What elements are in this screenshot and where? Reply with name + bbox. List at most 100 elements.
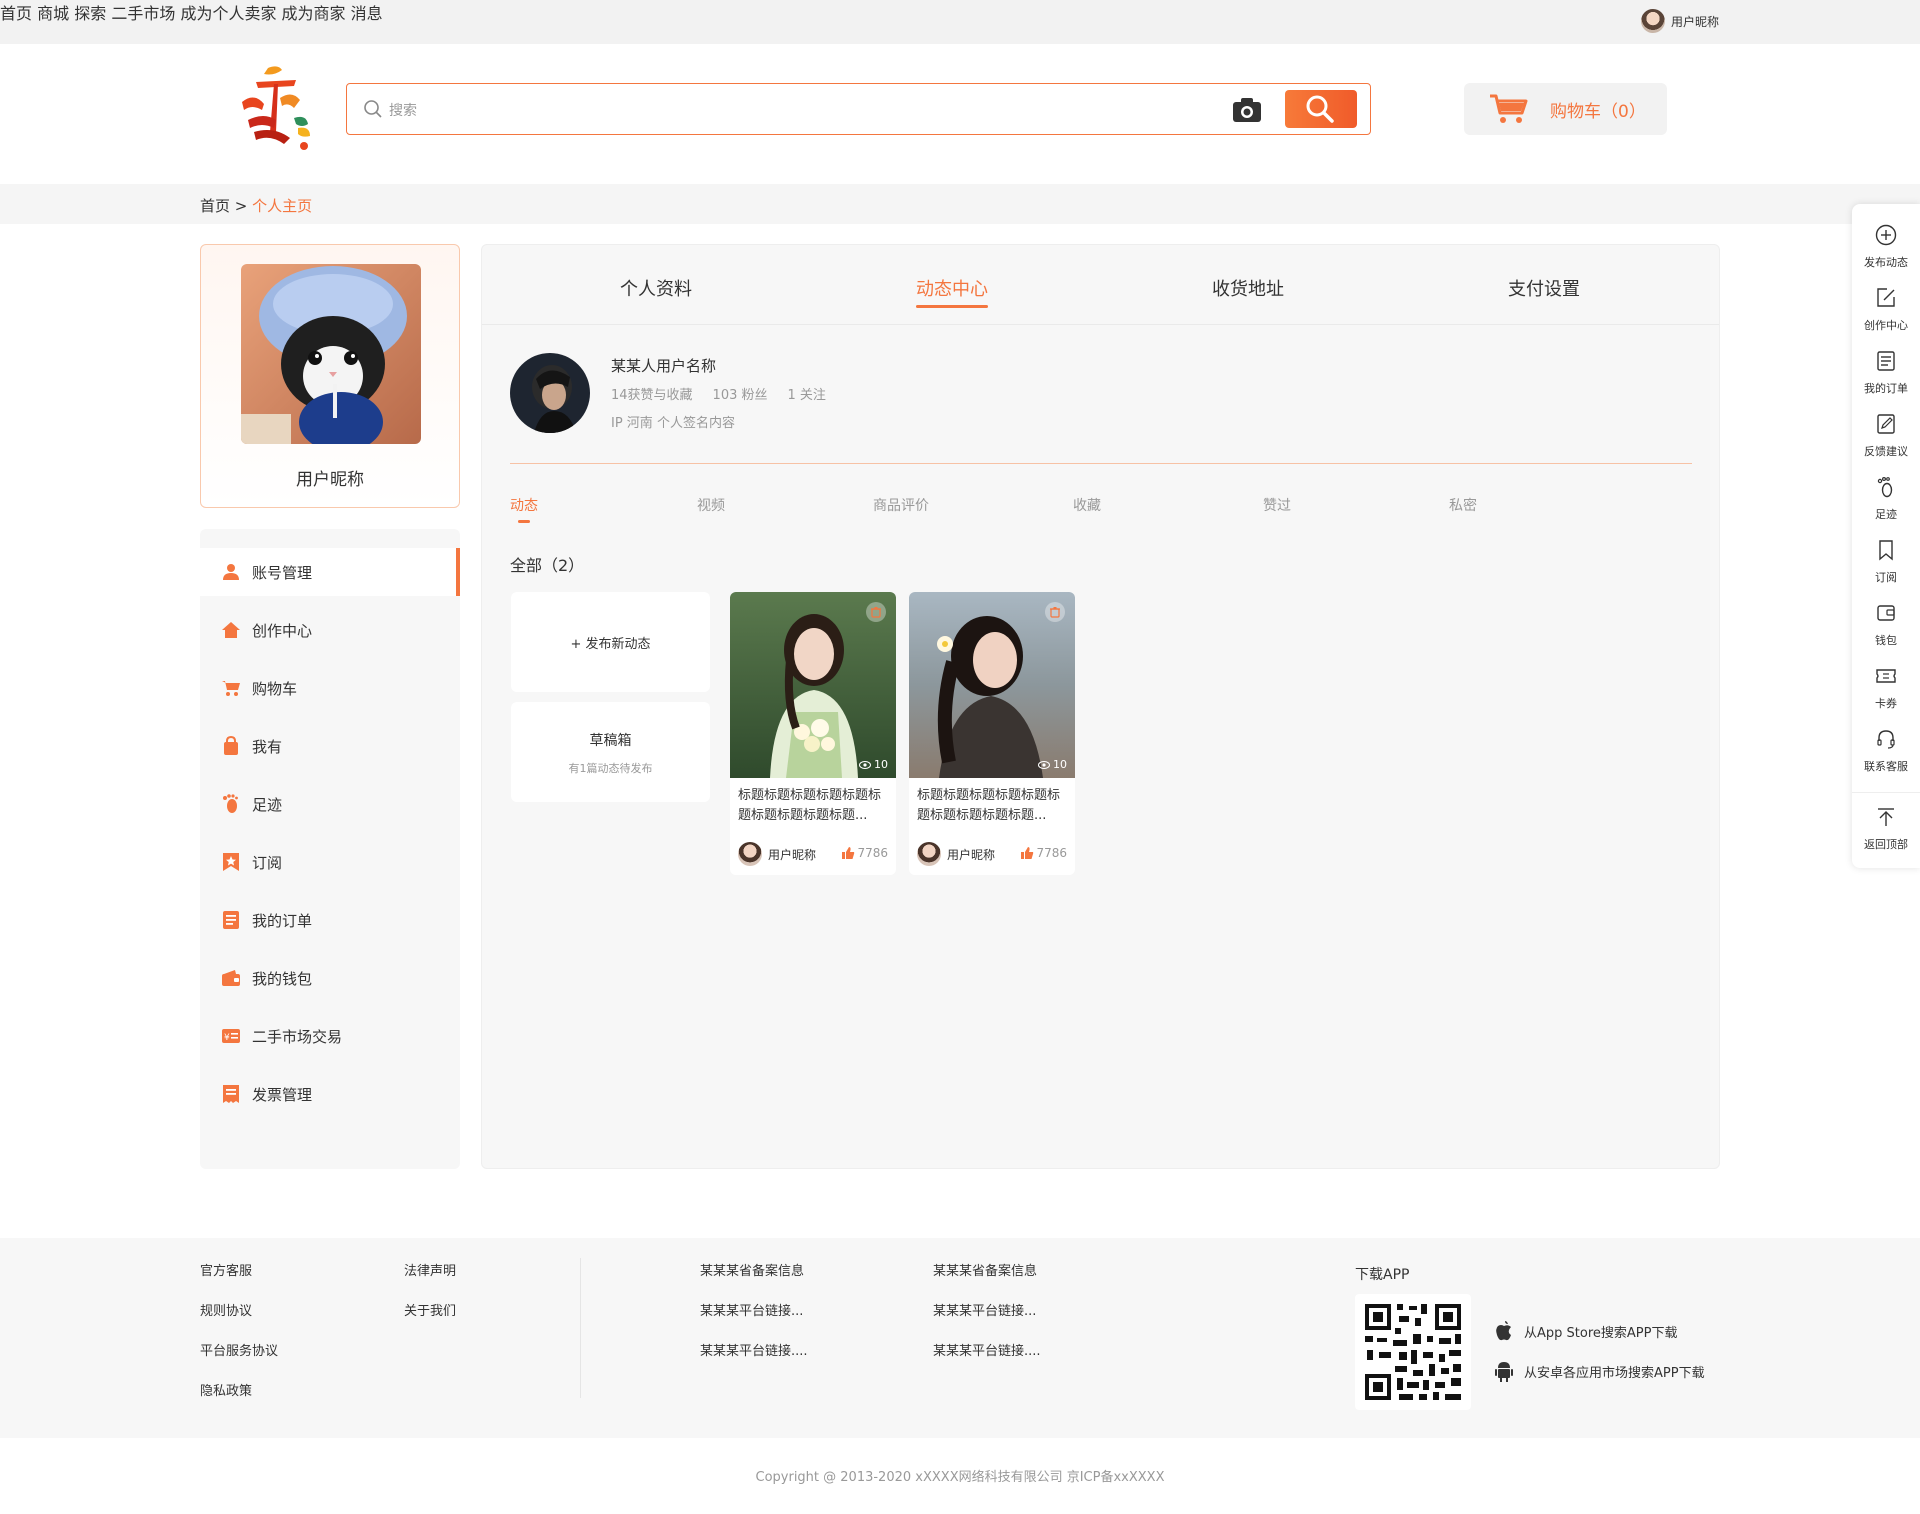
footer-link[interactable]: 某某某平台链接.... — [933, 1340, 1041, 1380]
delete-icon[interactable] — [866, 602, 886, 622]
footer-link[interactable]: 隐私政策 — [200, 1380, 278, 1420]
subtab-favorites[interactable]: 收藏 — [1073, 495, 1101, 515]
sidebar-item-invoice[interactable]: 发票管理 — [200, 1070, 460, 1118]
user-follows-count[interactable]: 1 关注 — [788, 388, 826, 403]
float-coupons[interactable]: 卡券 — [1852, 665, 1920, 727]
sidebar-item-cart[interactable]: 购物车 — [200, 664, 460, 712]
topnav-become-seller[interactable]: 成为个人卖家 — [180, 4, 276, 23]
android-label: 从安卓各应用市场搜索APP下载 — [1524, 1365, 1705, 1381]
footer-link[interactable]: 规则协议 — [200, 1300, 278, 1340]
sidebar-item-label: 创作中心 — [252, 621, 313, 640]
copyright: Copyright @ 2013-2020 xXXXX网络科技有限公司 京ICP… — [755, 1470, 1165, 1485]
footer-link[interactable]: 某某某平台链接... — [700, 1300, 808, 1340]
sidebar-item-orders[interactable]: 我的订单 — [200, 896, 460, 944]
search-icon — [364, 100, 382, 118]
appstore-label: 从App Store搜索APP下载 — [1524, 1325, 1678, 1341]
footer-link[interactable]: 某某某平台链接... — [933, 1300, 1041, 1340]
post-author[interactable]: 用户昵称 — [947, 846, 995, 863]
footer-link[interactable]: 法律声明 — [404, 1260, 456, 1300]
breadcrumb-home[interactable]: 首页 — [200, 197, 230, 215]
float-wallet[interactable]: 钱包 — [1852, 602, 1920, 664]
post-views-count: 10 — [1053, 758, 1067, 771]
site-logo[interactable] — [234, 62, 318, 154]
footer-link[interactable]: 某某某省备案信息 — [933, 1260, 1041, 1300]
footer-link[interactable]: 某某某平台链接.... — [700, 1340, 808, 1380]
search-button[interactable] — [1285, 90, 1357, 128]
subtab-private[interactable]: 私密 — [1449, 495, 1477, 515]
float-footprint[interactable]: 足迹 — [1852, 476, 1920, 538]
new-post-button[interactable]: + 发布新动态 — [511, 592, 710, 692]
thumbs-up-icon — [842, 847, 855, 859]
footer-link[interactable]: 某某某省备案信息 — [700, 1260, 808, 1300]
profile-photo[interactable] — [241, 264, 421, 444]
sidebar-item-creation[interactable]: 创作中心 — [200, 606, 460, 654]
avatar — [1641, 9, 1665, 33]
sidebar-item-secondhand[interactable]: ¥ 二手市场交易 — [200, 1012, 460, 1060]
post-card[interactable]: 10 标题标题标题标题标题标题标题标题标题标题... 用户昵称 7786 — [909, 592, 1075, 875]
delete-icon[interactable] — [1045, 602, 1065, 622]
footer-col-1: 官方客服 规则协议 平台服务协议 隐私政策 — [200, 1260, 278, 1420]
subtab-dynamics[interactable]: 动态 — [510, 495, 538, 523]
topnav-messages[interactable]: 消息 — [351, 4, 383, 23]
topnav-mall[interactable]: 商城 — [37, 4, 69, 23]
post-likes[interactable]: 7786 — [841, 846, 888, 860]
topnav-home[interactable]: 首页 — [0, 4, 32, 23]
breadcrumb-bar: 首页 > 个人主页 — [0, 184, 1920, 224]
float-label: 联系客服 — [1864, 760, 1908, 773]
android-download[interactable]: 从安卓各应用市场搜索APP下载 — [1494, 1360, 1705, 1382]
post-author[interactable]: 用户昵称 — [768, 846, 816, 863]
sidebar-item-wallet[interactable]: 我的钱包 — [200, 954, 460, 1002]
cart-button[interactable]: 购物车（0） — [1464, 83, 1667, 135]
subtab-reviews[interactable]: 商品评价 — [873, 495, 929, 515]
tab-address[interactable]: 收货地址 — [1212, 275, 1284, 301]
sidebar-item-label: 我的订单 — [252, 911, 313, 930]
topnav-become-merchant[interactable]: 成为商家 — [282, 4, 346, 23]
topnav-user[interactable]: 用户昵称 — [1641, 9, 1719, 33]
drafts-box[interactable]: 草稿箱 有1篇动态待发布 — [511, 702, 710, 802]
camera-icon[interactable] — [1231, 96, 1263, 124]
sidebar-item-label: 订阅 — [252, 853, 283, 872]
float-back-to-top[interactable]: 返回顶部 — [1852, 806, 1920, 868]
tab-dynamics[interactable]: 动态中心 — [916, 275, 988, 308]
float-publish[interactable]: 发布动态 — [1852, 224, 1920, 286]
sidebar-item-footprint[interactable]: 足迹 — [200, 780, 460, 828]
float-service[interactable]: 联系客服 — [1852, 728, 1920, 790]
footer-link[interactable]: 平台服务协议 — [200, 1340, 278, 1380]
tab-profile[interactable]: 个人资料 — [620, 275, 692, 301]
user-avatar[interactable] — [510, 353, 590, 433]
user-fans-count[interactable]: 103 粉丝 — [713, 388, 768, 403]
sidebar-item-account[interactable]: 账号管理 — [200, 548, 460, 596]
top-icon — [1878, 808, 1894, 826]
post-title[interactable]: 标题标题标题标题标题标题标题标题标题标题... — [738, 786, 888, 826]
topnav-explore[interactable]: 探索 — [74, 4, 106, 23]
tab-payment[interactable]: 支付设置 — [1508, 275, 1580, 301]
avatar[interactable] — [738, 842, 762, 866]
sidebar-item-label: 我有 — [252, 737, 283, 756]
appstore-download[interactable]: 从App Store搜索APP下载 — [1494, 1320, 1677, 1342]
eye-icon — [859, 760, 871, 769]
subtab-video[interactable]: 视频 — [697, 495, 725, 515]
thumbs-up-icon — [1021, 847, 1034, 859]
topnav-user-name: 用户昵称 — [1671, 14, 1720, 29]
divider — [1852, 792, 1920, 793]
float-orders[interactable]: 我的订单 — [1852, 350, 1920, 412]
footer-link[interactable]: 官方客服 — [200, 1260, 278, 1300]
post-title[interactable]: 标题标题标题标题标题标题标题标题标题标题... — [917, 786, 1067, 826]
topnav-secondhand[interactable]: 二手市场 — [111, 4, 175, 23]
avatar[interactable] — [917, 842, 941, 866]
search-input[interactable]: 搜索 — [389, 100, 417, 120]
sidebar-item-label: 我的钱包 — [252, 969, 313, 988]
post-likes[interactable]: 7786 — [1020, 846, 1067, 860]
float-subscribe[interactable]: 订阅 — [1852, 539, 1920, 601]
float-feedback[interactable]: 反馈建议 — [1852, 413, 1920, 475]
float-label: 订阅 — [1875, 571, 1897, 584]
user-name: 某某人用户名称 — [611, 357, 717, 375]
post-card[interactable]: 10 标题标题标题标题标题标题标题标题标题标题... 用户昵称 7786 — [730, 592, 896, 875]
divider — [510, 463, 1692, 464]
apple-icon — [1496, 1321, 1511, 1341]
float-creation[interactable]: 创作中心 — [1852, 287, 1920, 349]
footer-link[interactable]: 关于我们 — [404, 1300, 456, 1340]
sidebar-item-subscribe[interactable]: 订阅 — [200, 838, 460, 886]
subtab-liked[interactable]: 赞过 — [1263, 495, 1291, 515]
sidebar-item-mine[interactable]: 我有 — [200, 722, 460, 770]
